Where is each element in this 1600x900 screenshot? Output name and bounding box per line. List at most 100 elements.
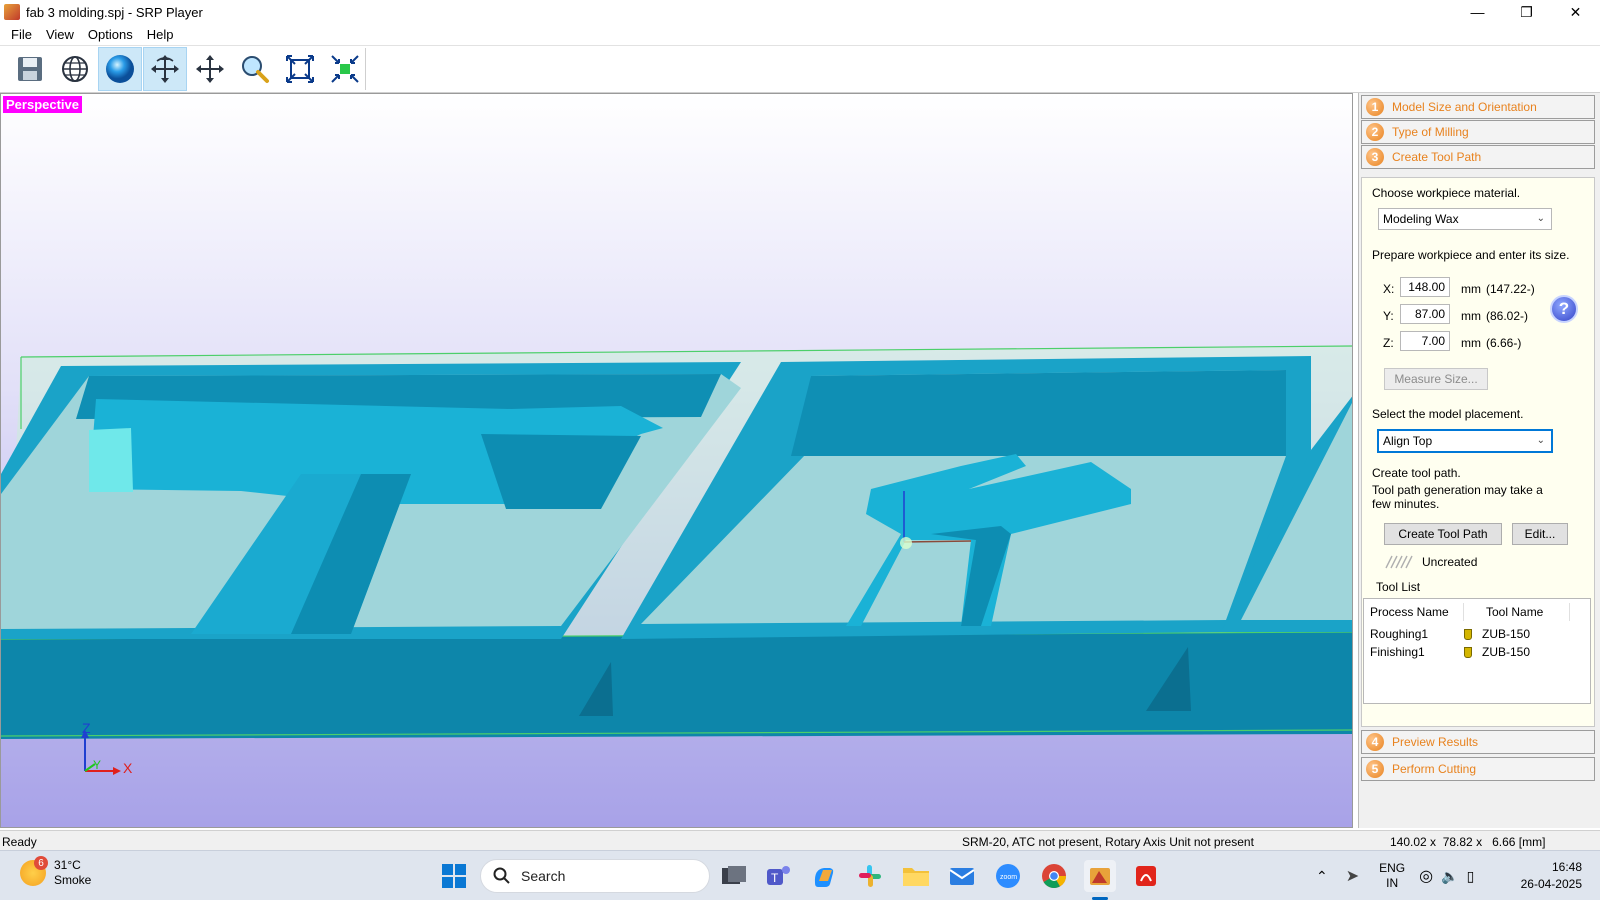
tool-name-cell: ZUB-150 [1482, 627, 1531, 641]
weather-widget[interactable]: 6 31°C Smoke [20, 856, 92, 888]
battery-icon[interactable]: ▯ [1467, 868, 1475, 885]
save-button[interactable] [8, 47, 52, 91]
mail-button[interactable] [946, 860, 978, 892]
language-region: IN [1386, 876, 1399, 890]
weather-temp: 31°C [54, 858, 81, 872]
axis-x-label: X [123, 760, 133, 776]
chevron-down-icon: ⌄ [1536, 435, 1545, 446]
menu-help[interactable]: Help [140, 27, 181, 42]
step-4-label: Preview Results [1392, 735, 1479, 749]
zoom-icon [242, 56, 269, 83]
status-dimensions: 140.02 x 78.82 x 6.66 [mm] [1390, 835, 1546, 849]
sphere-shaded-icon [106, 55, 134, 83]
step-4-number-icon: 4 [1366, 733, 1384, 751]
zoom-app-button[interactable]: zoom [992, 860, 1024, 892]
size-z-input[interactable]: 7.00 [1400, 331, 1450, 351]
step-5-label: Perform Cutting [1392, 762, 1477, 776]
tool-list-label: Tool List [1376, 580, 1421, 594]
move-button[interactable] [188, 47, 232, 91]
step-type-of-milling[interactable]: 2 Type of Milling [1361, 120, 1595, 144]
window-title: fab 3 molding.spj - SRP Player [26, 4, 203, 20]
tool-list-table[interactable]: Process Name Tool Name Roughing1 ZUB-150… [1363, 598, 1591, 704]
close-icon[interactable]: ✕ [1551, 0, 1600, 24]
step-model-size[interactable]: 1 Model Size and Orientation [1361, 95, 1595, 119]
copilot-button[interactable] [808, 860, 840, 892]
size-y-input[interactable]: 87.00 [1400, 304, 1450, 324]
wireframe-view-button[interactable] [53, 47, 97, 91]
chrome-button[interactable] [1038, 860, 1070, 892]
step-preview-results[interactable]: 4 Preview Results [1361, 730, 1595, 754]
create-tool-path-button[interactable]: Create Tool Path [1384, 523, 1502, 545]
task-view-button[interactable] [718, 860, 750, 892]
svg-text:T: T [771, 871, 779, 885]
placement-select[interactable]: Align Top ⌄ [1377, 429, 1553, 453]
rotate-button[interactable] [143, 47, 187, 91]
acrobat-button[interactable] [1130, 860, 1162, 892]
menu-view[interactable]: View [39, 27, 81, 42]
chevron-up-icon[interactable]: ⌃ [1316, 868, 1328, 885]
hammer-face-highlight [89, 428, 133, 492]
srp-player-taskbar-button[interactable] [1084, 860, 1116, 892]
fit-all-icon [286, 55, 314, 83]
help-icon[interactable]: ? [1550, 295, 1578, 323]
process-name-cell: Roughing1 [1370, 627, 1429, 641]
language-indicator[interactable]: ENG IN [1379, 861, 1405, 891]
process-name-cell: Finishing1 [1370, 645, 1425, 659]
minimize-icon[interactable]: — [1453, 0, 1502, 24]
network-icon[interactable]: ◎ [1419, 866, 1433, 886]
fit-all-button[interactable] [278, 47, 322, 91]
chevron-down-icon: ⌄ [1536, 213, 1545, 224]
location-icon[interactable]: ➤ [1346, 866, 1359, 886]
slack-button[interactable] [854, 860, 886, 892]
placement-prompt: Select the model placement. [1372, 407, 1524, 421]
toolbar-separator [365, 48, 366, 90]
title-bar: fab 3 molding.spj - SRP Player — ❐ ✕ [0, 0, 1600, 24]
size-z-unit: mm [1461, 336, 1481, 350]
measure-size-button[interactable]: Measure Size... [1384, 368, 1488, 390]
step-perform-cutting[interactable]: 5 Perform Cutting [1361, 757, 1595, 781]
teams-icon: T [767, 866, 790, 885]
weather-desc: Smoke [54, 873, 92, 887]
mold-front-wall [1, 632, 1352, 739]
step-create-tool-path[interactable]: 3 Create Tool Path [1361, 145, 1595, 169]
create-tool-path-body: Choose workpiece material. Modeling Wax … [1361, 177, 1595, 727]
shaded-view-button[interactable] [98, 47, 142, 91]
file-explorer-button[interactable] [900, 860, 932, 892]
weather-badge: 6 [34, 856, 48, 870]
clock-date: 26-04-2025 [1520, 877, 1582, 891]
step-1-label: Model Size and Orientation [1392, 100, 1537, 114]
zoom-button[interactable] [233, 47, 277, 91]
slack-icon [859, 865, 881, 887]
column-tool-name[interactable]: Tool Name [1464, 603, 1570, 621]
start-button[interactable] [438, 860, 470, 892]
step-2-label: Type of Milling [1392, 125, 1469, 139]
clock-time: 16:48 [1551, 860, 1582, 874]
fit-selection-button[interactable] [323, 47, 367, 91]
srp-player-icon [1090, 868, 1110, 885]
menu-file[interactable]: File [4, 27, 39, 42]
tool-list-header: Process Name Tool Name [1364, 599, 1590, 625]
start-icon [442, 864, 466, 888]
toolbar [0, 45, 1600, 93]
size-z-label: Z: [1383, 336, 1394, 350]
window-controls: — ❐ ✕ [1453, 0, 1600, 24]
taskbar-search[interactable]: Search [480, 859, 710, 893]
mail-icon [949, 868, 975, 885]
axis-z-label: Z [82, 720, 91, 736]
view-mode-label: Perspective [3, 96, 82, 113]
column-process-name[interactable]: Process Name [1364, 603, 1464, 621]
edit-button[interactable]: Edit... [1512, 523, 1568, 545]
clock[interactable]: 16:48 26-04-2025 [1521, 859, 1582, 893]
table-row[interactable]: Roughing1 ZUB-150 [1364, 625, 1590, 643]
restore-icon[interactable]: ❐ [1502, 0, 1551, 24]
tool-bit-icon [1464, 646, 1472, 658]
material-select[interactable]: Modeling Wax ⌄ [1378, 208, 1552, 230]
3d-viewport[interactable]: Perspective Z Y X [0, 93, 1353, 828]
task-view-icon [722, 866, 746, 884]
globe-wireframe-icon [62, 56, 88, 82]
menu-options[interactable]: Options [81, 27, 140, 42]
table-row[interactable]: Finishing1 ZUB-150 [1364, 643, 1590, 661]
volume-icon[interactable]: 🔈 [1441, 868, 1458, 885]
size-x-input[interactable]: 148.00 [1400, 277, 1450, 297]
teams-button[interactable]: T [762, 860, 794, 892]
